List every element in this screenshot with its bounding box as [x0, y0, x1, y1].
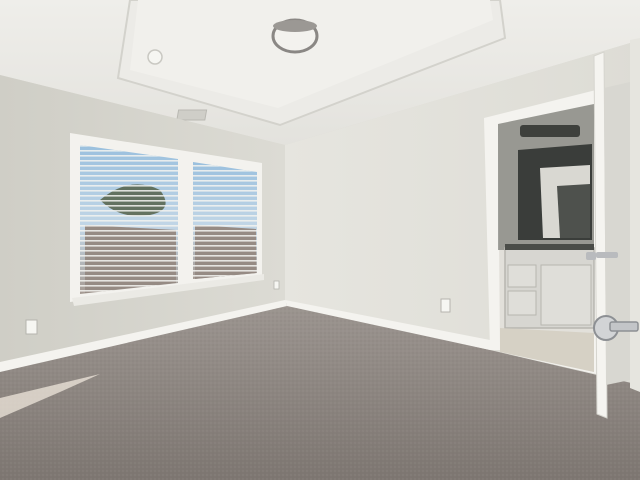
air-vent-icon — [176, 109, 208, 121]
empty-bedroom-photo — [0, 0, 640, 480]
wall-outlet-small — [273, 280, 280, 290]
wall-outlet-back — [440, 298, 451, 313]
window-group — [70, 133, 264, 306]
smoke-detector-icon — [147, 49, 163, 65]
vanity-light-icon — [520, 125, 580, 137]
wall-outlet-left — [25, 319, 38, 335]
